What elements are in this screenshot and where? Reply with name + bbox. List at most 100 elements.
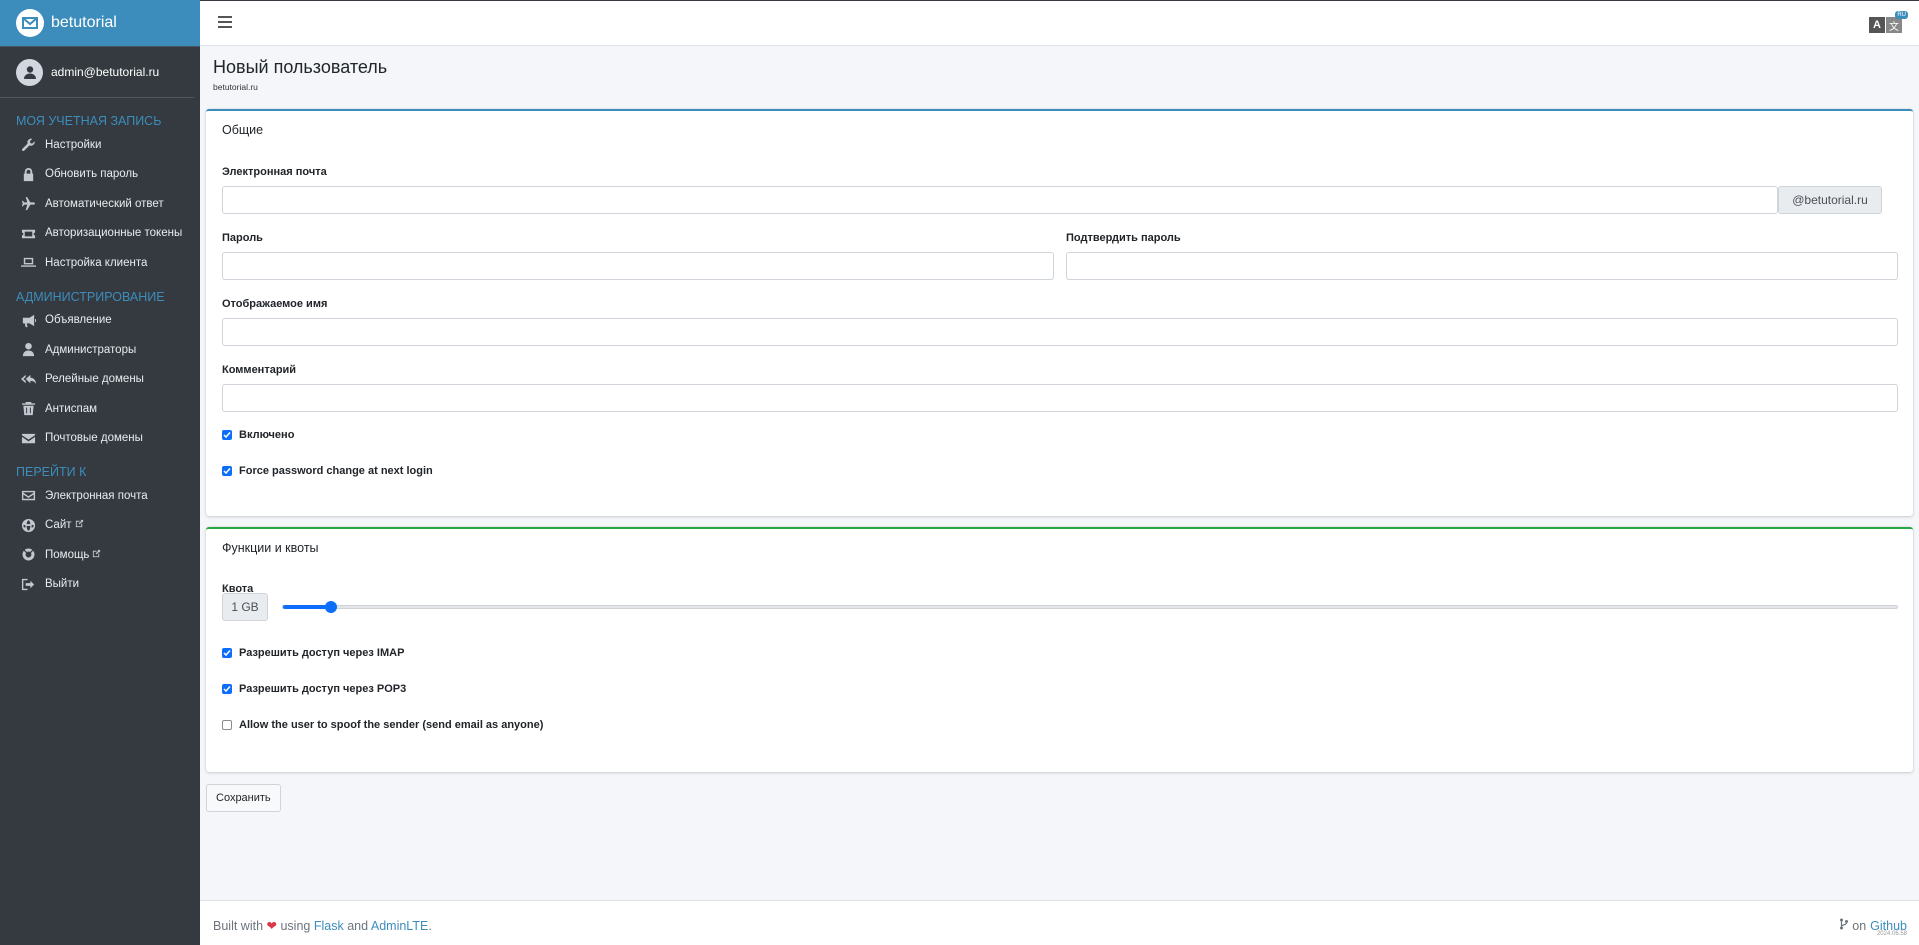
sidebar-item-label: Обновить пароль — [45, 168, 139, 181]
sidebar-item-label: Авторизационные токены — [45, 227, 183, 240]
sidebar-item-auto-reply[interactable]: Автоматический ответ — [0, 189, 200, 219]
spoof-checkbox[interactable] — [222, 720, 232, 730]
display-name-label: Отображаемое имя — [222, 298, 328, 310]
nav-header-admin: Администрирование — [16, 289, 165, 304]
version-text: 2024.06.58 — [1876, 931, 1907, 937]
reply-all-icon — [20, 371, 36, 387]
sidebar-item-label: Настройки — [45, 138, 102, 151]
pop3-checkbox[interactable] — [222, 684, 232, 694]
heart-icon: ❤ — [266, 919, 277, 933]
sign-out-icon — [20, 576, 36, 592]
quota-slider[interactable] — [282, 601, 1898, 613]
email-label: Электронная почта — [222, 166, 327, 178]
sidebar-item-label: Релейные домены — [45, 373, 144, 386]
sidebar-item-webmail[interactable]: Электронная почта — [0, 481, 200, 511]
pop3-checkbox-row[interactable]: Разрешить доступ через POP3 — [222, 683, 406, 695]
menu-toggle-icon[interactable] — [218, 16, 232, 28]
brand-link[interactable]: betutorial — [0, 0, 200, 47]
quota-slider-thumb[interactable] — [325, 601, 338, 613]
sidebar-item-label: Антиспам — [45, 402, 97, 415]
footer-on: on — [1852, 918, 1867, 933]
imap-checkbox[interactable] — [222, 648, 232, 658]
sidebar-item-announcement[interactable]: Объявление — [0, 306, 200, 336]
lock-icon — [20, 166, 36, 182]
envelope-open-icon — [20, 488, 36, 504]
sidebar-item-client-setup[interactable]: Настройка клиента — [0, 248, 200, 278]
trash-icon — [20, 401, 36, 417]
external-link-icon — [72, 519, 84, 531]
password-confirm-label: Подтвердить пароль — [1066, 232, 1181, 244]
force-password-checkbox[interactable] — [222, 466, 232, 476]
enabled-label: Включено — [239, 429, 295, 441]
password-field[interactable] — [222, 252, 1054, 280]
display-name-field[interactable] — [222, 318, 1898, 346]
sidebar-item-label: Выйти — [45, 578, 80, 591]
sidebar-item-label: Автоматический ответ — [45, 197, 164, 210]
language-badge: RU — [1895, 11, 1908, 19]
envelope-icon — [20, 430, 36, 446]
enabled-checkbox[interactable] — [222, 430, 232, 440]
imap-label: Разрешить доступ через IMAP — [239, 647, 405, 659]
email-domain-addon: @betutorial.ru — [1778, 186, 1882, 214]
sidebar-item-label: Почтовые домены — [45, 432, 143, 445]
life-ring-icon — [20, 547, 36, 563]
sidebar-item-label: Настройка клиента — [45, 256, 148, 269]
sidebar-item-label: Помощь — [45, 548, 90, 561]
nav-header-account: Моя учетная запись — [16, 114, 162, 128]
spoof-checkbox-row[interactable]: Allow the user to spoof the sender (send… — [222, 719, 543, 731]
avatar — [16, 58, 43, 86]
user-panel[interactable]: admin@betutorial.ru — [0, 47, 194, 98]
page-title: Новый пользователь — [213, 57, 388, 77]
sidebar-item-update-password[interactable]: Обновить пароль — [0, 160, 200, 190]
brand-name: betutorial — [51, 14, 117, 31]
external-link-icon — [89, 549, 101, 561]
pop3-label: Разрешить доступ через POP3 — [239, 683, 407, 695]
save-button[interactable]: Сохранить — [206, 784, 281, 812]
general-card: Общие Электронная почта @betutorial.ru П… — [206, 109, 1913, 516]
footer-and: and — [347, 919, 369, 933]
footer-built-with: Built with — [213, 919, 264, 933]
force-password-label: Force password change at next login — [239, 465, 433, 477]
sidebar-item-logout[interactable]: Выйти — [0, 570, 200, 600]
wrench-icon — [20, 137, 36, 153]
sidebar-item-label: Электронная почта — [45, 489, 148, 502]
sidebar-item-relay-domains[interactable]: Релейные домены — [0, 365, 200, 395]
translate-icon-alt: 文 RU — [1886, 11, 1908, 33]
language-selector[interactable]: A 文 RU — [1869, 11, 1908, 33]
globe-icon — [20, 517, 36, 533]
imap-checkbox-row[interactable]: Разрешить доступ через IMAP — [222, 647, 404, 659]
comment-field[interactable] — [222, 384, 1898, 412]
sidebar-item-website[interactable]: Сайт — [0, 511, 200, 541]
flask-link[interactable]: Flask — [314, 919, 344, 933]
sidebar-item-antispam[interactable]: Антиспам — [0, 394, 200, 424]
comment-label: Комментарий — [222, 364, 297, 376]
password-label: Пароль — [222, 232, 263, 244]
sidebar-item-label: Объявление — [45, 314, 112, 327]
sidebar-item-auth-tokens[interactable]: Авторизационные токены — [0, 219, 200, 249]
sidebar-item-settings[interactable]: Настройки — [0, 130, 200, 160]
sidebar-item-mail-domains[interactable]: Почтовые домены — [0, 424, 200, 454]
password-confirm-field[interactable] — [1066, 252, 1898, 280]
force-password-checkbox-row[interactable]: Force password change at next login — [222, 465, 433, 477]
card-title: Общие — [222, 123, 264, 137]
laptop-icon — [20, 255, 36, 271]
card-title: Функции и квоты — [222, 541, 319, 555]
footer-credits: Built with ❤ using Flask and AdminLTE. — [213, 918, 432, 933]
nav-header-goto: Перейти к — [16, 465, 87, 479]
footer-period: . — [428, 919, 432, 933]
ticket-icon — [20, 225, 36, 241]
spoof-label: Allow the user to spoof the sender (send… — [239, 719, 544, 731]
enabled-checkbox-row[interactable]: Включено — [222, 429, 294, 441]
main-content: Новый пользователь betutorial.ru Общие Э… — [200, 46, 1919, 900]
sidebar-item-help[interactable]: Помощь — [0, 540, 200, 570]
footer: Built with ❤ using Flask and AdminLTE. o… — [200, 900, 1919, 945]
sidebar-item-label: Сайт — [45, 519, 72, 532]
email-field[interactable] — [222, 186, 1778, 214]
sidebar-item-label: Администраторы — [45, 343, 137, 356]
bullhorn-icon — [20, 312, 36, 328]
adminlte-link[interactable]: AdminLTE — [371, 919, 428, 933]
sidebar-item-admins[interactable]: Администраторы — [0, 335, 200, 365]
user-icon — [20, 342, 36, 358]
brand-logo-icon — [16, 9, 44, 37]
quota-value: 1 GB — [222, 593, 268, 621]
